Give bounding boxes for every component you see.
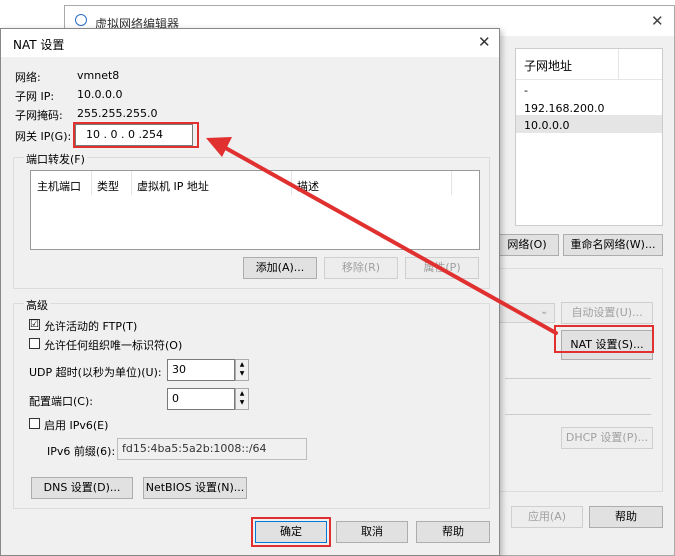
annotation-arrow xyxy=(206,137,558,335)
